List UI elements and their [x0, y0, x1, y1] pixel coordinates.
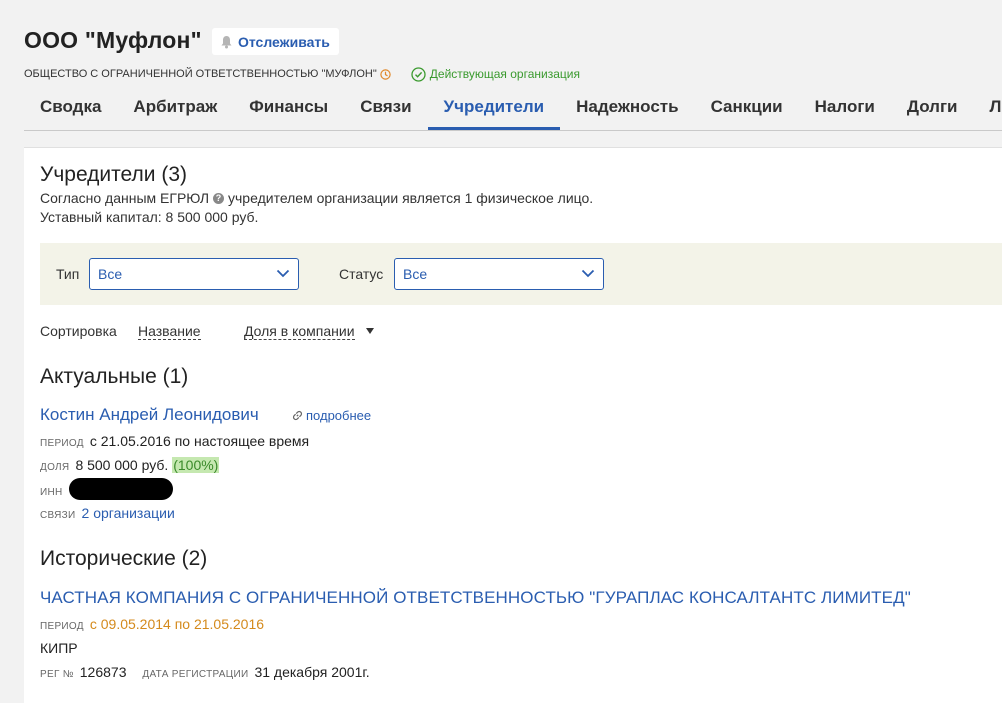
sort-by-share[interactable]: Доля в компании — [244, 323, 355, 340]
subtitle-row: ОБЩЕСТВО С ОГРАНИЧЕННОЙ ОТВЕТСТВЕННОСТЬЮ… — [24, 66, 580, 82]
reg-date-label: дата регистрации — [142, 669, 249, 680]
full-company-name: ОБЩЕСТВО С ОГРАНИЧЕННОЙ ОТВЕТСТВЕННОСТЬЮ… — [24, 68, 377, 80]
period-value: с 09.05.2014 по 21.05.2016 — [89, 616, 265, 632]
period-value: с 21.05.2016 по настоящее время — [89, 433, 310, 449]
links-value[interactable]: 2 организации — [82, 505, 175, 521]
status-filter-label: Статус — [339, 266, 384, 282]
founder-links: связи 2 организации — [40, 505, 175, 521]
tab-founders[interactable]: Учредители — [427, 90, 561, 130]
tab-finance[interactable]: Финансы — [233, 90, 344, 130]
sort-by-name[interactable]: Название — [138, 323, 201, 340]
tab-licenses[interactable]: Лице — [974, 90, 1002, 130]
egrul-suffix: учредителем организации является 1 физич… — [228, 190, 594, 206]
more-link-label: подробнее — [306, 408, 372, 423]
tab-arbitration[interactable]: Арбитраж — [117, 90, 233, 130]
status-badge: Действующая организация — [411, 66, 580, 82]
tab-sanctions[interactable]: Санкции — [695, 90, 799, 130]
historical-company-link[interactable]: ЧАСТНАЯ КОМПАНИЯ С ОГРАНИЧЕННОЙ ОТВЕТСТВ… — [40, 588, 911, 608]
tab-debts[interactable]: Долги — [891, 90, 974, 130]
company-title: ООО "Муфлон" — [24, 27, 202, 53]
status-select-value: Все — [403, 266, 428, 282]
question-icon[interactable]: ? — [213, 192, 225, 204]
founder-share: доля 8 500 000 руб. (100%) — [40, 457, 220, 473]
caret-down-icon — [366, 328, 374, 334]
status-label: Действующая организация — [429, 67, 580, 81]
reg-date-value: 31 декабря 2001г. — [254, 664, 370, 680]
type-select-value: Все — [98, 266, 123, 282]
share-amount: 8 500 000 руб. — [75, 457, 169, 473]
type-select[interactable]: Все — [89, 258, 299, 290]
period-label: период — [40, 621, 84, 632]
link-icon — [293, 411, 302, 420]
founder-period: период с 21.05.2016 по настоящее время — [40, 433, 309, 449]
founders-card: Учредители (3) Согласно данным ЕГРЮЛ ? у… — [24, 147, 1002, 703]
historical-country: КИПР — [40, 640, 78, 656]
type-filter-label: Тип — [56, 266, 80, 282]
chevron-down-icon — [276, 269, 290, 278]
founders-heading: Учредители (3) — [40, 163, 188, 186]
tab-summary[interactable]: Сводка — [24, 90, 117, 130]
egrul-note: Согласно данным ЕГРЮЛ ? учредителем орга… — [40, 190, 593, 206]
tab-bar: Сводка Арбитраж Финансы Связи Учредители Наде… — [24, 90, 1002, 131]
chevron-down-icon — [581, 269, 595, 278]
tab-taxes[interactable]: Налоги — [799, 90, 891, 130]
reg-no-value: 126873 — [79, 664, 127, 680]
watch-button[interactable]: Отслеживать — [212, 28, 339, 55]
more-link[interactable]: подробнее — [292, 408, 371, 423]
tab-reliability[interactable]: Надежность — [560, 90, 694, 130]
authorized-capital: Уставный капитал: 8 500 000 руб. — [40, 209, 259, 225]
tab-connections[interactable]: Связи — [344, 90, 427, 130]
founder-inn: инн — [40, 478, 173, 501]
historical-period: период с 09.05.2014 по 21.05.2016 — [40, 616, 264, 632]
clock-icon[interactable] — [380, 68, 391, 80]
filter-panel: Тип Все Статус Все — [40, 243, 1002, 305]
bell-icon — [221, 35, 232, 48]
egrul-prefix: Согласно данным ЕГРЮЛ — [40, 190, 210, 206]
founder-name-link[interactable]: Костин Андрей Леонидович — [40, 405, 259, 425]
redacted-inn — [68, 478, 173, 501]
share-percent: (100%) — [172, 457, 220, 473]
inn-label: инн — [40, 487, 63, 498]
sort-label: Сортировка — [40, 323, 117, 339]
period-label: период — [40, 438, 84, 449]
check-circle-icon — [411, 66, 426, 82]
watch-button-label: Отслеживать — [238, 33, 330, 50]
current-heading: Актуальные (1) — [40, 365, 189, 388]
status-select[interactable]: Все — [394, 258, 604, 290]
links-label: связи — [40, 510, 76, 521]
reg-no-label: рег № — [40, 669, 74, 680]
share-label: доля — [40, 462, 70, 473]
historical-heading: Исторические (2) — [40, 547, 208, 570]
historical-registration: рег № 126873 дата регистрации 31 декабря 2… — [40, 664, 370, 680]
